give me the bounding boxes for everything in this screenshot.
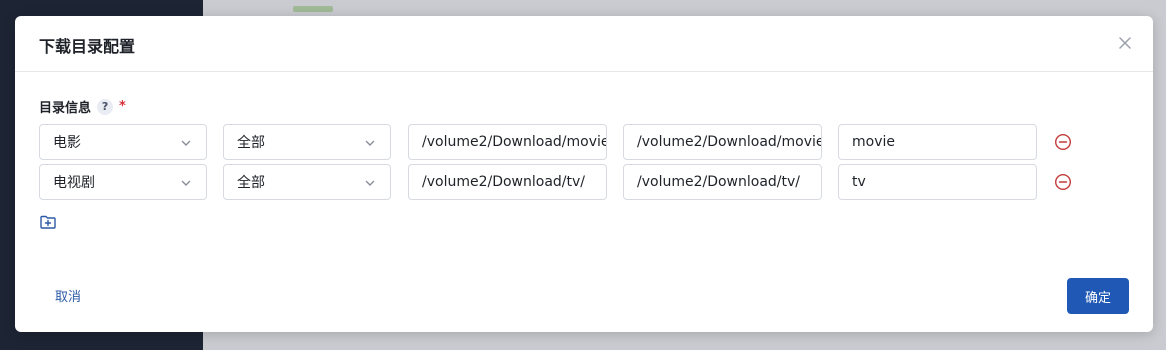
chevron-down-icon bbox=[181, 180, 191, 186]
add-folder-icon[interactable] bbox=[39, 213, 57, 231]
download-path-input[interactable]: /volume2/Download/movie bbox=[408, 124, 607, 160]
cancel-button[interactable]: 取消 bbox=[41, 278, 95, 312]
label-input[interactable]: movie bbox=[838, 124, 1037, 160]
label-value: movie bbox=[852, 134, 895, 150]
chevron-down-icon bbox=[365, 180, 375, 186]
save-path-value: /volume2/Download/movie bbox=[637, 134, 821, 150]
category-select[interactable]: 全部 bbox=[223, 124, 391, 160]
required-marker: * bbox=[119, 99, 126, 114]
field-label-text: 目录信息 bbox=[39, 101, 92, 116]
remove-row-icon[interactable] bbox=[1054, 133, 1072, 151]
help-icon[interactable]: ? bbox=[97, 98, 114, 115]
dialog-title: 下载目录配置 bbox=[39, 37, 136, 56]
media-type-select[interactable]: 电视剧 bbox=[39, 164, 207, 200]
category-value: 全部 bbox=[237, 175, 265, 191]
dialog-header: 下载目录配置 bbox=[15, 16, 1153, 72]
download-path-value: /volume2/Download/tv/ bbox=[422, 174, 586, 190]
media-type-value: 电影 bbox=[53, 135, 81, 151]
label-value: tv bbox=[852, 174, 866, 190]
download-directory-dialog: 下载目录配置 目录信息 ? * 电影 全部 /volume2/Download/… bbox=[15, 16, 1153, 332]
confirm-button[interactable]: 确定 bbox=[1067, 278, 1129, 314]
chevron-down-icon bbox=[365, 140, 375, 146]
category-select[interactable]: 全部 bbox=[223, 164, 391, 200]
close-icon[interactable] bbox=[1117, 35, 1133, 51]
media-type-value: 电视剧 bbox=[53, 175, 95, 191]
save-path-input[interactable]: /volume2/Download/tv/ bbox=[623, 164, 822, 200]
media-type-select[interactable]: 电影 bbox=[39, 124, 207, 160]
background-status-indicator bbox=[293, 6, 333, 12]
label-input[interactable]: tv bbox=[838, 164, 1037, 200]
download-path-input[interactable]: /volume2/Download/tv/ bbox=[408, 164, 607, 200]
remove-row-icon[interactable] bbox=[1054, 173, 1072, 191]
category-value: 全部 bbox=[237, 135, 265, 151]
chevron-down-icon bbox=[181, 140, 191, 146]
download-path-value: /volume2/Download/movie bbox=[422, 134, 606, 150]
save-path-value: /volume2/Download/tv/ bbox=[637, 174, 801, 190]
save-path-input[interactable]: /volume2/Download/movie bbox=[623, 124, 822, 160]
field-label: 目录信息 ? * bbox=[39, 97, 126, 116]
